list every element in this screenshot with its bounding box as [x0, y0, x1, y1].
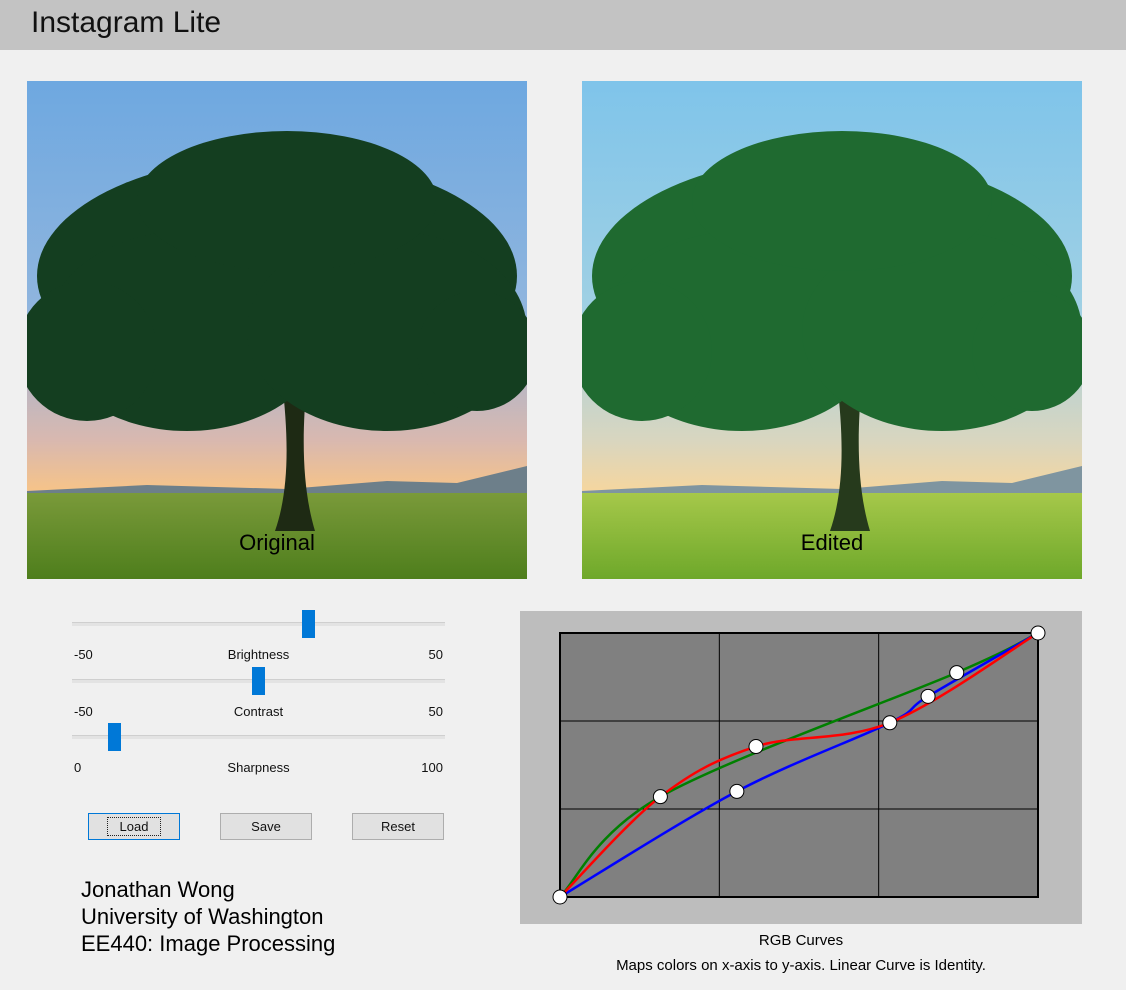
curve-control-point[interactable] [1030, 625, 1046, 641]
original-label: Original [239, 530, 315, 555]
curves-editor[interactable] [520, 611, 1082, 924]
slider-name-label: Brightness [227, 647, 290, 662]
curve-control-point[interactable] [652, 789, 668, 805]
curves-panel [520, 611, 1082, 924]
contrast-slider[interactable]: -50 Contrast 50 [72, 667, 445, 723]
curve-control-point[interactable] [552, 889, 568, 905]
slider-name-label: Sharpness [227, 760, 290, 775]
slider-name-label: Contrast [233, 704, 284, 719]
curve-control-point[interactable] [949, 665, 965, 681]
save-button[interactable]: Save [220, 813, 312, 840]
slider-thumb[interactable] [108, 723, 121, 751]
original-image: Original [27, 81, 527, 579]
original-photo-art [27, 81, 527, 579]
brightness-slider[interactable]: -50 Brightness 50 [72, 610, 445, 666]
edited-image: Edited [582, 81, 1082, 579]
curve-control-point[interactable] [882, 715, 898, 731]
course-name: EE440: Image Processing [81, 931, 336, 956]
edited-label: Edited [800, 530, 864, 555]
curves-title: RGB Curves [758, 932, 844, 949]
curve-control-point[interactable] [920, 688, 936, 704]
author-name: Jonathan Wong [81, 877, 235, 902]
slider-max-label: 50 [428, 647, 443, 662]
curves-description: Maps colors on x-axis to y-axis. Linear … [616, 957, 986, 974]
load-button-label: Load [106, 817, 162, 836]
load-button[interactable]: Load [88, 813, 180, 840]
slider-max-label: 100 [421, 760, 443, 775]
curve-control-point[interactable] [748, 739, 764, 755]
credits: Jonathan Wong University of Washington E… [81, 876, 335, 957]
curve-control-point[interactable] [729, 783, 745, 799]
slider-thumb[interactable] [302, 610, 316, 638]
slider-track[interactable] [72, 735, 445, 739]
slider-thumb[interactable] [252, 667, 265, 695]
school-name: University of Washington [81, 904, 324, 929]
slider-max-label: 50 [428, 704, 443, 719]
app-title: Instagram Lite [31, 6, 222, 39]
reset-button[interactable]: Reset [352, 813, 444, 840]
sharpness-slider[interactable]: 0 Sharpness 100 [72, 723, 445, 779]
title-bar: Instagram Lite [0, 0, 1126, 50]
slider-track[interactable] [72, 622, 445, 626]
edited-photo-art [582, 81, 1082, 579]
